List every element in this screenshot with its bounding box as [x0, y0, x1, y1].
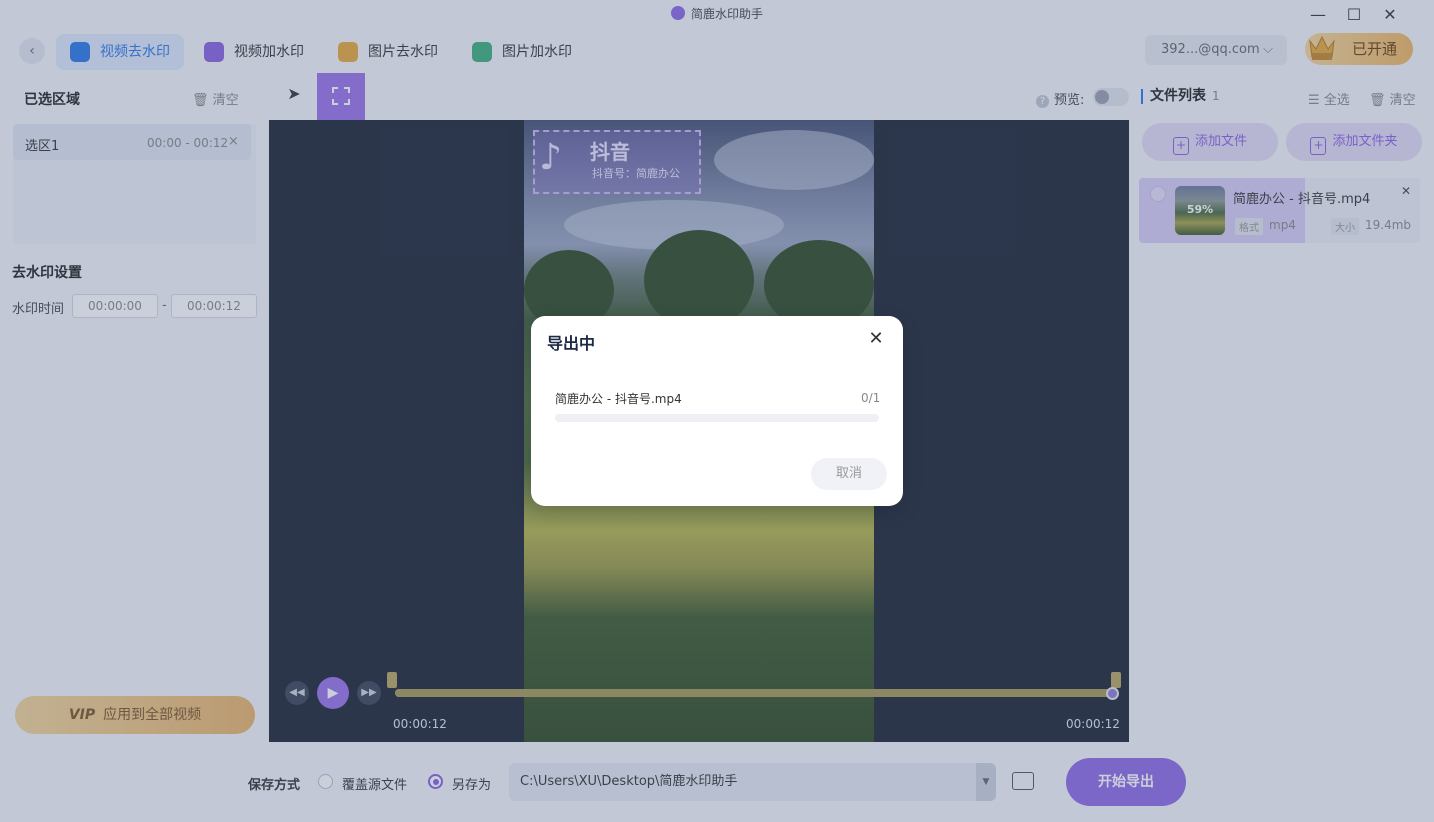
cancel-button[interactable]: 取消 [811, 458, 887, 490]
close-icon[interactable]: ✕ [865, 328, 887, 350]
export-dialog: 导出中 ✕ 简鹿办公 - 抖音号.mp4 0/1 取消 [531, 316, 903, 506]
export-count: 0/1 [861, 391, 881, 405]
dialog-title: 导出中 [547, 334, 596, 353]
app-window: 简鹿水印助手 — ☐ ✕ ‹ 视频去水印 视频加水印 图片去水印 图片加水印 3… [0, 0, 1434, 822]
export-progress-bar [555, 414, 879, 422]
export-file-name: 简鹿办公 - 抖音号.mp4 [555, 392, 682, 406]
